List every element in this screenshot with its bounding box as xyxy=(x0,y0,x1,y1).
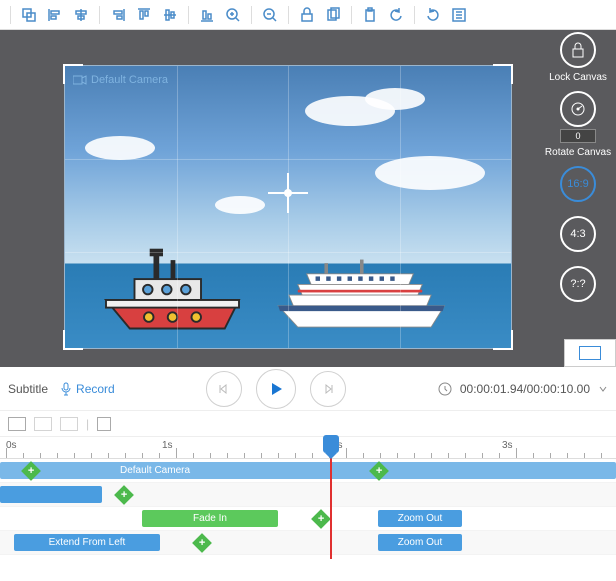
playhead-handle[interactable] xyxy=(323,435,339,453)
clock-icon xyxy=(438,382,452,396)
ratio-custom-button[interactable]: ?:? xyxy=(560,266,596,302)
track-row[interactable]: Default Camera xyxy=(0,459,616,483)
undo-button[interactable] xyxy=(384,3,408,27)
tl-tool-4[interactable] xyxy=(97,417,111,431)
rotate-canvas-button[interactable] xyxy=(560,91,596,127)
align-middle-button[interactable] xyxy=(158,3,182,27)
camera-label-text: Default Camera xyxy=(91,74,168,86)
timeline-tracks: Default CameraFade InZoom OutExtend From… xyxy=(0,459,616,555)
prev-icon xyxy=(217,382,231,396)
track-row[interactable]: Extend From Left Zoom Out xyxy=(0,531,616,555)
align-bottom-button[interactable] xyxy=(195,3,219,27)
rotate-icon xyxy=(569,100,587,118)
boat-cruise[interactable] xyxy=(265,256,455,336)
clip[interactable]: Zoom Out xyxy=(378,534,462,551)
group-button[interactable] xyxy=(17,3,41,27)
zoom-out-button[interactable] xyxy=(258,3,282,27)
lock-icon xyxy=(570,42,586,58)
workbench: Default Camera Lock Canvas Rotate Canvas… xyxy=(0,30,616,367)
clip[interactable]: Extend From Left xyxy=(14,534,160,551)
ruler-label: 3s xyxy=(502,440,513,451)
mic-icon xyxy=(60,382,72,396)
clip[interactable]: Default Camera xyxy=(0,462,616,479)
playhead[interactable] xyxy=(330,437,332,559)
tl-tool-2[interactable] xyxy=(34,417,52,431)
ruler-label: 1s xyxy=(162,440,173,451)
next-frame-button[interactable] xyxy=(310,371,346,407)
timeline-ruler[interactable]: 0s1s2s3s xyxy=(0,437,616,459)
play-icon xyxy=(267,380,285,398)
record-button[interactable]: Record xyxy=(60,382,115,396)
keyframe[interactable] xyxy=(311,509,331,529)
clip[interactable] xyxy=(0,486,102,503)
align-top-button[interactable] xyxy=(132,3,156,27)
rotate-value-input[interactable] xyxy=(560,129,596,143)
ratio-4-3-button[interactable]: 4:3 xyxy=(560,216,596,252)
ratio-preview[interactable] xyxy=(564,339,616,367)
align-center-button[interactable] xyxy=(69,3,93,27)
record-label: Record xyxy=(76,382,115,396)
next-icon xyxy=(321,382,335,396)
right-panel: Lock Canvas Rotate Canvas 16:9 4:3 ?:? xyxy=(540,30,616,367)
play-button[interactable] xyxy=(256,369,296,409)
track-row[interactable] xyxy=(0,483,616,507)
copy-button[interactable] xyxy=(321,3,345,27)
clip[interactable]: Zoom Out xyxy=(378,510,462,527)
timeline-tools: | xyxy=(0,411,616,437)
playback-controls: Subtitle Record 00:00:01.94/00:00:10.00 xyxy=(0,367,616,411)
zoom-in-button[interactable] xyxy=(221,3,245,27)
prev-frame-button[interactable] xyxy=(206,371,242,407)
clip[interactable]: Fade In xyxy=(142,510,278,527)
settings-button[interactable] xyxy=(447,3,471,27)
timeline: 0s1s2s3s Default CameraFade InZoom OutEx… xyxy=(0,437,616,555)
redo-button[interactable] xyxy=(421,3,445,27)
ratio-16-9-button[interactable]: 16:9 xyxy=(560,166,596,202)
keyframe[interactable] xyxy=(192,533,212,553)
paste-button[interactable] xyxy=(358,3,382,27)
track-row[interactable]: Fade In Zoom Out xyxy=(0,507,616,531)
keyframe[interactable] xyxy=(114,485,134,505)
subtitle-button[interactable]: Subtitle xyxy=(8,382,48,396)
align-left-button[interactable] xyxy=(43,3,67,27)
lock-canvas-label: Lock Canvas xyxy=(549,72,607,83)
time-display: 00:00:01.94/00:00:10.00 xyxy=(460,382,590,396)
align-right-button[interactable] xyxy=(106,3,130,27)
canvas-area[interactable]: Default Camera xyxy=(0,30,540,367)
rotate-canvas-label: Rotate Canvas xyxy=(545,147,611,158)
camera-label: Default Camera xyxy=(73,74,168,86)
chevron-down-icon[interactable] xyxy=(598,384,608,394)
tl-tool-3[interactable] xyxy=(60,417,78,431)
top-toolbar xyxy=(0,0,616,30)
lock-button[interactable] xyxy=(295,3,319,27)
camera-frame[interactable]: Default Camera xyxy=(64,65,512,349)
ruler-label: 0s xyxy=(6,440,17,451)
lock-canvas-button[interactable] xyxy=(560,32,596,68)
boat-red[interactable] xyxy=(95,243,250,338)
tl-tool-1[interactable] xyxy=(8,417,26,431)
